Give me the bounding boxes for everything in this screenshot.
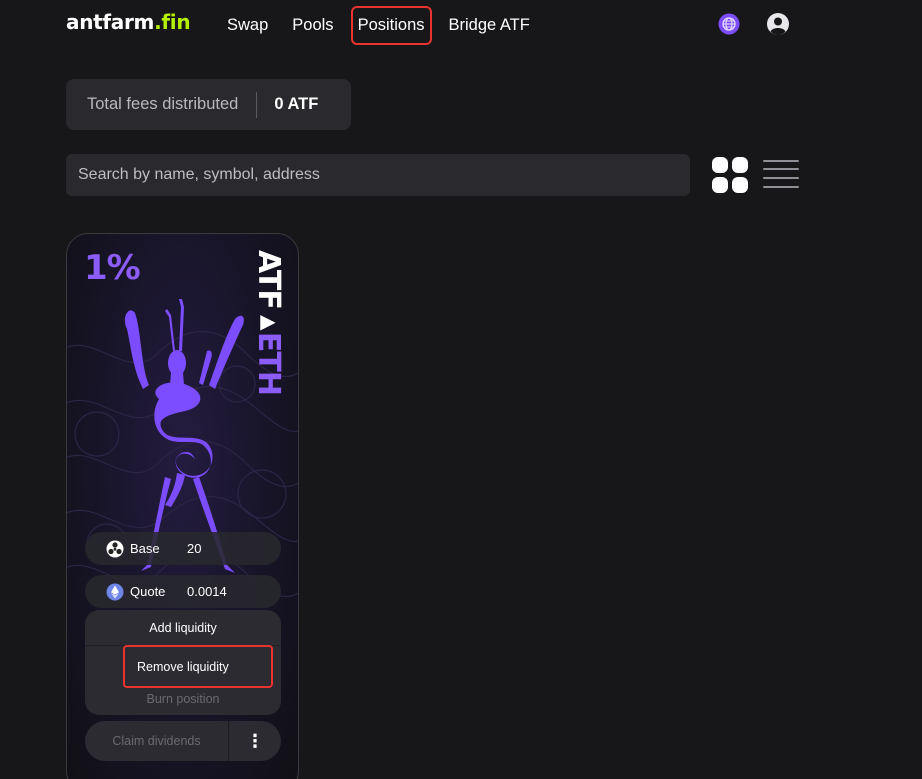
- list-line: [763, 160, 799, 162]
- list-line: [763, 186, 799, 188]
- quote-label: Quote: [130, 584, 166, 599]
- more-options-icon[interactable]: ⋮: [229, 721, 281, 761]
- pair-arrow-icon: ▶: [256, 308, 280, 332]
- base-stat: Base 20: [85, 532, 281, 565]
- position-card[interactable]: 1% ATF▶ETH Base 20 Quote 0.0014 Add liqu…: [66, 233, 299, 779]
- total-fees-label: Total fees distributed: [87, 95, 239, 113]
- nav-positions[interactable]: Positions: [350, 5, 432, 45]
- network-icon[interactable]: [717, 12, 741, 36]
- logo-accent: .fin: [154, 10, 191, 34]
- main-nav: Swap Pools Positions Bridge ATF: [224, 0, 533, 50]
- fee-tier: 1%: [84, 248, 141, 288]
- list-view-icon[interactable]: [763, 158, 799, 190]
- logo[interactable]: antfarm.fin: [66, 10, 191, 34]
- base-label: Base: [130, 541, 160, 556]
- nav-swap[interactable]: Swap: [224, 13, 271, 38]
- user-icon[interactable]: [766, 12, 790, 36]
- claim-dividends-button[interactable]: Claim dividends: [85, 721, 228, 761]
- list-line: [763, 168, 799, 170]
- base-value: 20: [187, 541, 202, 556]
- total-fees-panel: Total fees distributed 0 ATF: [66, 79, 351, 130]
- quote-stat: Quote 0.0014: [85, 575, 281, 608]
- atf-token-icon: [106, 540, 124, 558]
- positions-page: antfarm.fin Swap Pools Positions Bridge …: [0, 0, 922, 779]
- logo-main: antfarm: [66, 10, 155, 34]
- grid-cell: [712, 177, 728, 193]
- grid-cell: [732, 157, 748, 173]
- total-fees-value: 0 ATF: [274, 95, 319, 113]
- search-input[interactable]: [66, 154, 690, 196]
- nav-pools[interactable]: Pools: [289, 13, 336, 38]
- quote-value: 0.0014: [187, 584, 227, 599]
- nav-bridge-atf[interactable]: Bridge ATF: [446, 13, 533, 38]
- eth-token-icon: [106, 583, 124, 601]
- add-liquidity-button[interactable]: Add liquidity: [85, 610, 281, 645]
- remove-liquidity-button[interactable]: Remove liquidity: [123, 645, 273, 688]
- grid-cell: [732, 177, 748, 193]
- fees-divider: [256, 91, 258, 118]
- grid-cell: [712, 157, 728, 173]
- claim-bar: Claim dividends ⋮: [85, 721, 281, 761]
- list-line: [763, 177, 799, 179]
- grid-view-icon[interactable]: [712, 157, 748, 193]
